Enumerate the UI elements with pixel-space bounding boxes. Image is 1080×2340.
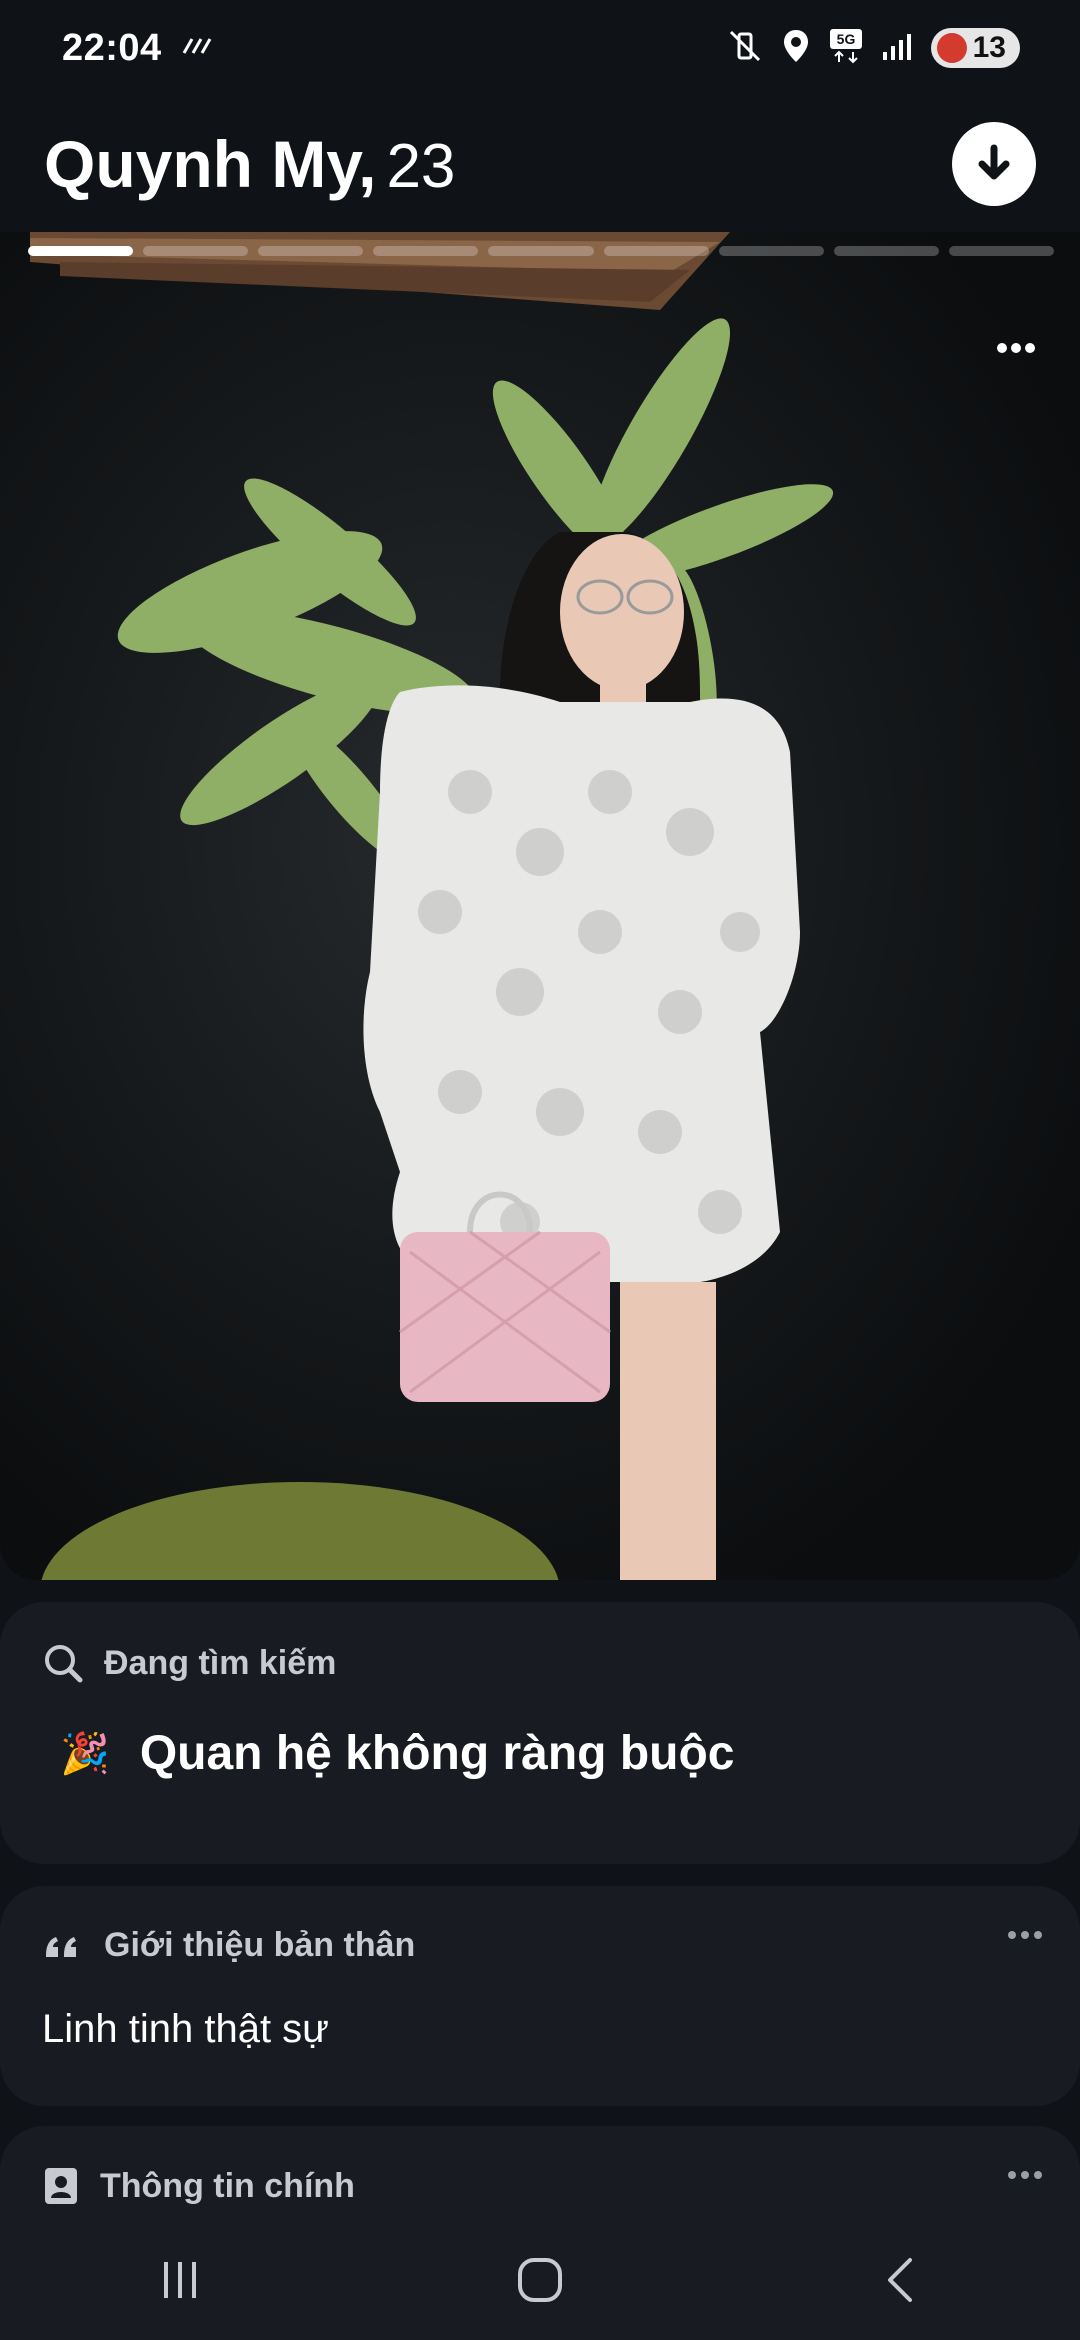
bio-more-button[interactable]: [1000, 1920, 1050, 1950]
progress-segment: [258, 246, 364, 256]
more-horizontal-icon: [1008, 2171, 1042, 2179]
mute-vibrate-icon: [727, 28, 763, 69]
basics-title: Thông tin chính: [100, 2166, 355, 2205]
progress-segment: [28, 246, 134, 256]
contact-card-icon: [45, 2168, 77, 2204]
profile-photo[interactable]: [0, 232, 1080, 1580]
profile-header: Quynh My, 23: [0, 96, 1080, 232]
quote-icon: [46, 1936, 76, 1957]
arrow-down-icon: [978, 144, 1010, 180]
photo-more-button[interactable]: [986, 328, 1046, 368]
progress-segment: [833, 246, 939, 256]
basics-header: Thông tin chính: [42, 2166, 1038, 2206]
progress-segment: [373, 246, 479, 256]
progress-segment: [603, 246, 709, 256]
status-left: 22:04: [62, 27, 216, 70]
basics-more-button[interactable]: [1000, 2160, 1050, 2190]
location-icon: [781, 28, 811, 69]
home-button[interactable]: [480, 2240, 600, 2320]
progress-segment: [948, 246, 1054, 256]
legs: [620, 1282, 716, 1580]
signal-icon: [881, 30, 913, 67]
back-icon: [888, 2258, 912, 2302]
progress-segment: [488, 246, 594, 256]
more-horizontal-icon: [997, 343, 1035, 353]
bio-card: Giới thiệu bản thân Linh tinh thật sự: [0, 1886, 1080, 2106]
status-right: 5G 13: [727, 28, 1020, 69]
looking-for-text: Quan hệ không ràng buộc: [139, 1727, 735, 1780]
back-button[interactable]: [840, 2240, 960, 2320]
looking-for-card: Đang tìm kiếm 🎉 Quan hệ không ràng buộc: [0, 1602, 1080, 1864]
photo-illustration: [30, 232, 834, 1580]
5g-icon: 5G: [829, 28, 863, 69]
moss: [41, 1482, 559, 1580]
bio-title: Giới thiệu bản thân: [104, 1926, 416, 1964]
status-time: 22:04: [62, 26, 162, 69]
profile-title: Quynh My, 23: [44, 126, 455, 202]
battery-icon: 13: [930, 28, 1020, 68]
svg-text:5G: 5G: [836, 31, 855, 47]
bio-header: Giới thiệu bản thân: [42, 1926, 1038, 1965]
party-popper-icon: 🎉: [60, 1732, 110, 1776]
search-icon: [45, 1645, 83, 1683]
battery-level: 13: [972, 31, 1006, 64]
stripes-icon: [180, 36, 216, 61]
looking-for-header: Đang tìm kiếm: [42, 1642, 1038, 1684]
looking-for-value: 🎉 Quan hệ không ràng buộc: [60, 1726, 1038, 1781]
photo-progress: [28, 246, 1054, 256]
more-horizontal-icon: [1008, 1931, 1042, 1939]
scroll-down-button[interactable]: [952, 122, 1036, 206]
bio-text: Linh tinh thật sự: [42, 2007, 329, 2051]
looking-for-title: Đang tìm kiếm: [104, 1643, 337, 1682]
status-bar: 22:04 5G 13: [0, 0, 1080, 96]
profile-age: 23: [386, 132, 456, 201]
home-icon: [518, 2258, 562, 2302]
dress: [363, 685, 800, 1285]
profile-name: Quynh My,: [44, 127, 377, 201]
progress-segment: [718, 246, 824, 256]
recent-apps-button[interactable]: [120, 2240, 240, 2320]
progress-segment: [143, 246, 249, 256]
wooden-ceiling: [30, 232, 730, 310]
system-navigation-bar: [0, 2220, 1080, 2340]
face: [560, 534, 684, 690]
recent-apps-icon: [164, 2262, 196, 2298]
battery-saver-dot: [936, 33, 967, 63]
